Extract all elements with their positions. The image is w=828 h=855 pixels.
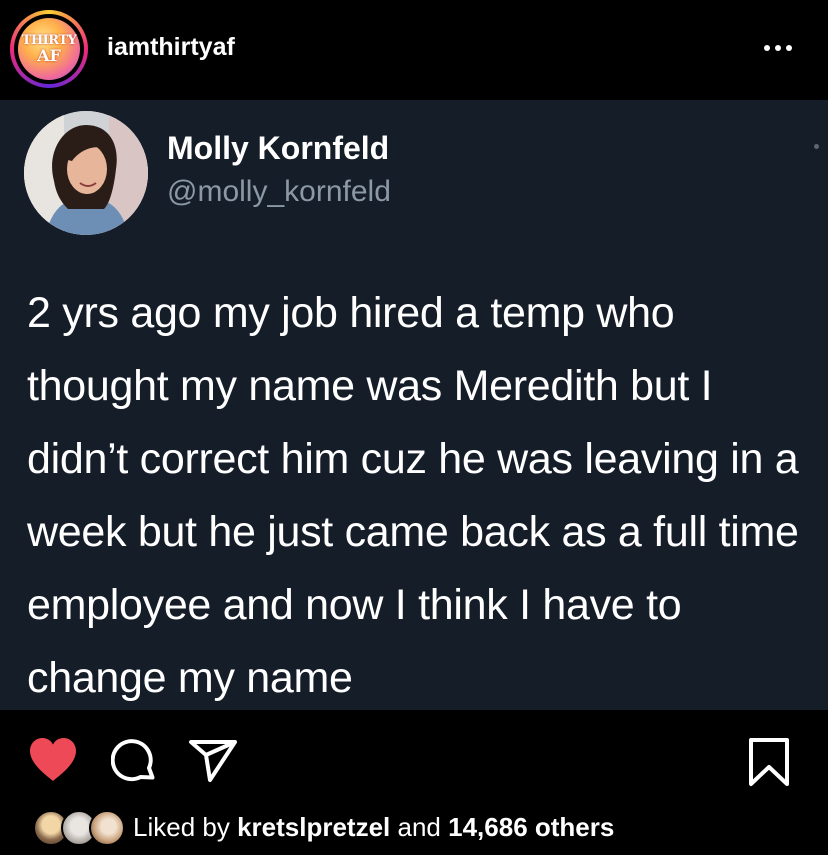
tweet-dot-decoration xyxy=(814,144,819,149)
liker-avatar xyxy=(89,810,125,846)
likes-summary[interactable]: Liked by kretslpretzel and 14,686 others xyxy=(0,805,828,855)
liker-username[interactable]: kretslpretzel xyxy=(237,812,390,842)
likes-conjunction: and xyxy=(397,812,441,842)
account-logo: THIRTY AF xyxy=(18,18,80,80)
tweet-author-handle: @molly_kornfeld xyxy=(167,175,391,208)
share-icon[interactable] xyxy=(188,739,238,783)
more-options-icon[interactable] xyxy=(764,38,804,58)
likes-prefix: Liked by xyxy=(133,812,230,842)
liker-avatars xyxy=(33,810,128,846)
post-image[interactable]: Molly Kornfeld @molly_kornfeld 2 yrs ago… xyxy=(0,100,828,710)
tweet-text: 2 yrs ago my job hired a temp who though… xyxy=(27,289,799,702)
heart-icon[interactable] xyxy=(28,737,78,783)
comment-icon[interactable] xyxy=(110,739,157,785)
post-header: THIRTY AF iamthirtyaf xyxy=(0,0,828,100)
tweet-author-avatar xyxy=(24,111,148,235)
account-username[interactable]: iamthirtyaf xyxy=(107,33,235,62)
likes-count[interactable]: 14,686 others xyxy=(448,812,614,842)
bookmark-icon[interactable] xyxy=(748,737,790,787)
account-avatar[interactable]: THIRTY AF xyxy=(10,10,88,88)
author-photo-icon xyxy=(24,111,148,235)
post-action-bar xyxy=(0,710,828,805)
tweet-author-name: Molly Kornfeld xyxy=(167,130,390,166)
likes-text[interactable]: Liked by kretslpretzel and 14,686 others xyxy=(133,812,614,843)
logo-text-bottom: AF xyxy=(37,46,61,65)
